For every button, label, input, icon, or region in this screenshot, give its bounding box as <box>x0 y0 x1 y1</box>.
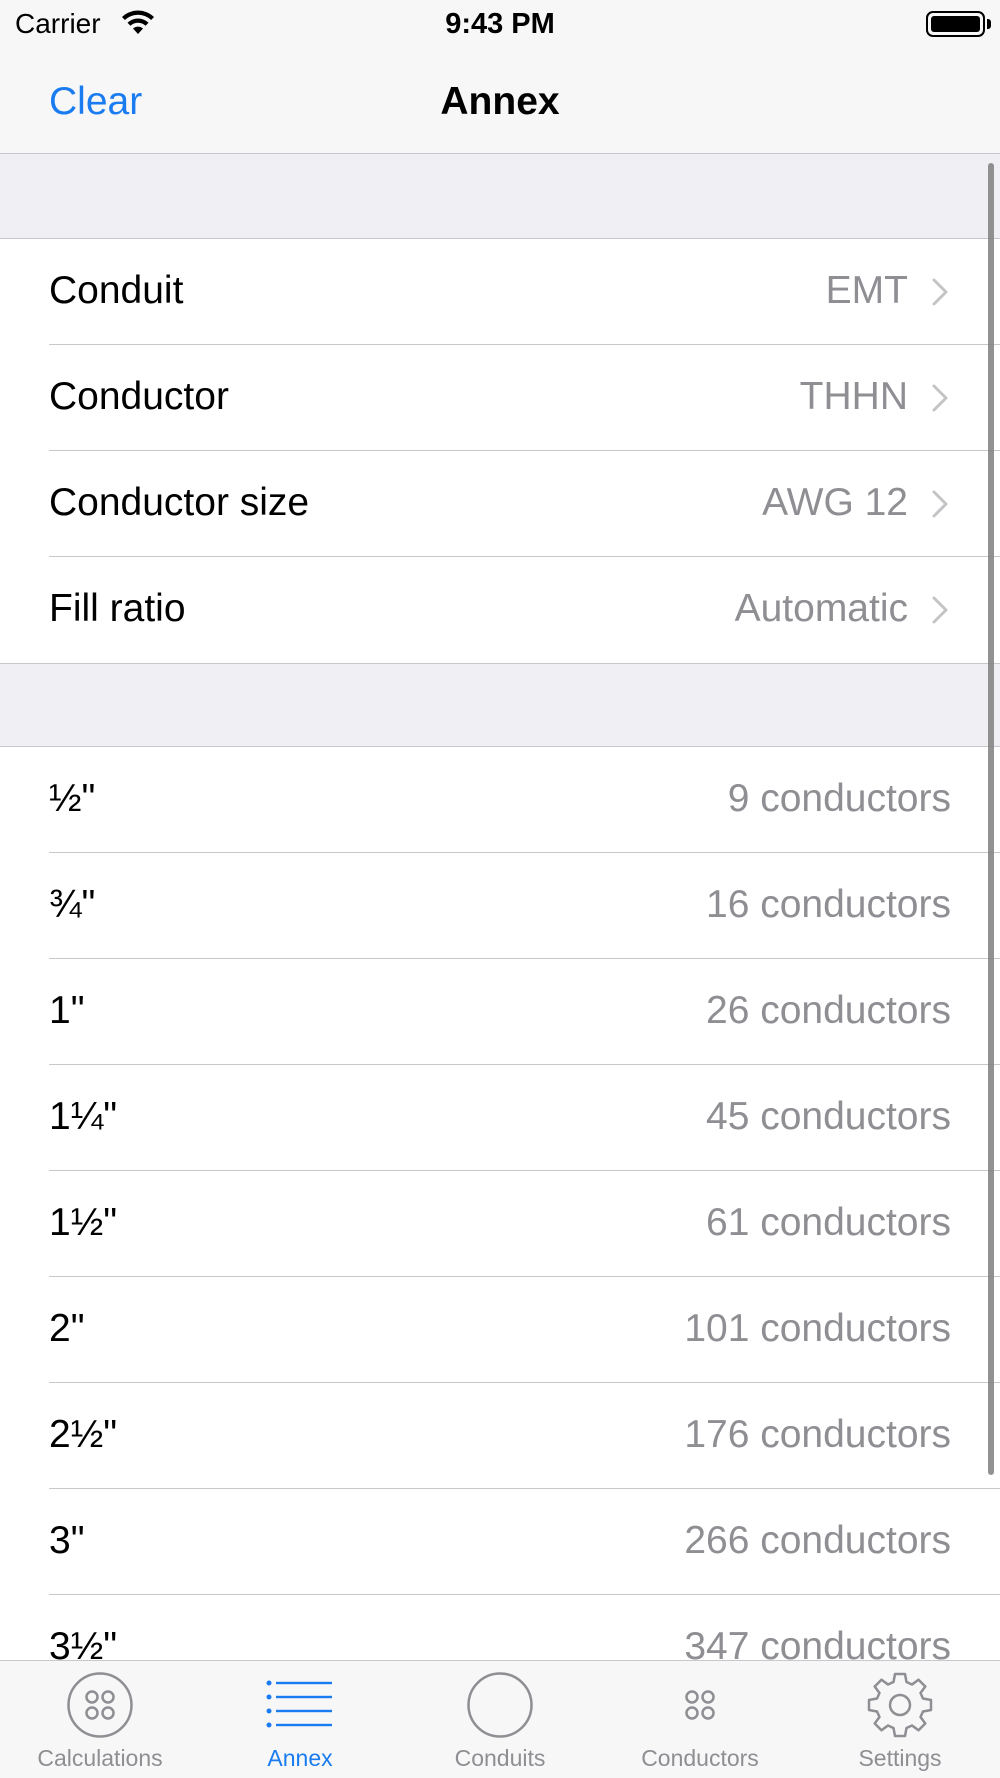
tab-conduits[interactable]: Conduits <box>400 1661 600 1778</box>
scroll-indicator[interactable] <box>988 163 994 1475</box>
result-row: 1¼" 45 conductors <box>0 1065 1000 1171</box>
status-bar: Carrier 9:43 PM <box>0 0 1000 50</box>
settings-group: Conduit EMT Conductor THHN Conductor siz… <box>0 239 1000 663</box>
tab-label: Annex <box>267 1745 333 1771</box>
result-row: 1" 26 conductors <box>0 959 1000 1065</box>
result-row: ¾" 16 conductors <box>0 853 1000 959</box>
tab-settings[interactable]: Settings <box>800 1661 1000 1778</box>
fill-ratio-row[interactable]: Fill ratio Automatic <box>0 557 1000 663</box>
result-row: 1½" 61 conductors <box>0 1171 1000 1277</box>
conductor-count: 16 conductors <box>706 883 951 926</box>
battery-tip <box>987 19 991 29</box>
result-row: ½" 9 conductors <box>0 747 1000 853</box>
chevron-right-icon <box>932 384 948 412</box>
row-value: THHN <box>799 375 908 418</box>
row-label: Conductor <box>49 375 229 418</box>
results-group: ½" 9 conductors ¾" 16 conductors 1" 26 c… <box>0 747 1000 1660</box>
table-view[interactable]: Conduit EMT Conductor THHN Conductor siz… <box>0 155 1000 1660</box>
result-row: 2½" 176 conductors <box>0 1383 1000 1489</box>
conduit-size-label: 1¼" <box>49 1095 118 1138</box>
tab-label: Settings <box>858 1745 942 1771</box>
conductor-count: 9 conductors <box>727 777 951 820</box>
result-row: 3" 266 conductors <box>0 1489 1000 1595</box>
list-icon <box>266 1680 332 1728</box>
tab-label: Calculations <box>37 1745 163 1771</box>
conduit-size-label: 3½" <box>49 1625 118 1660</box>
conductor-count: 61 conductors <box>706 1201 951 1244</box>
tab-conductors[interactable]: Conductors <box>600 1661 800 1778</box>
chevron-right-icon <box>932 596 948 624</box>
row-label: Fill ratio <box>49 587 186 630</box>
conduit-size-label: 3" <box>49 1519 85 1562</box>
tab-bar: Calculations Annex Conduits Conductors S… <box>0 1660 1000 1778</box>
navigation-bar: Clear Annex <box>0 50 1000 154</box>
status-time: 9:43 PM <box>445 8 555 40</box>
conduit-size-label: 2" <box>49 1307 85 1350</box>
circle-icon <box>467 1672 533 1738</box>
page-title: Annex <box>440 80 560 123</box>
result-row: 2" 101 conductors <box>0 1277 1000 1383</box>
conductor-count: 266 conductors <box>684 1519 951 1562</box>
conductors-icon <box>685 1690 715 1720</box>
row-value: AWG 12 <box>762 481 908 524</box>
row-value: EMT <box>825 269 908 312</box>
conduit-row[interactable]: Conduit EMT <box>0 239 1000 345</box>
chevron-right-icon <box>932 278 948 306</box>
tab-label: Conductors <box>641 1745 759 1771</box>
battery-icon <box>926 11 985 37</box>
section-header-spacer <box>0 663 1000 747</box>
conductor-count: 26 conductors <box>706 989 951 1032</box>
tab-annex[interactable]: Annex <box>200 1661 400 1778</box>
conduit-size-label: 2½" <box>49 1413 118 1456</box>
conduit-size-label: ½" <box>49 777 96 820</box>
conductor-count: 45 conductors <box>706 1095 951 1138</box>
conductor-count: 347 conductors <box>684 1625 951 1660</box>
tab-calculations[interactable]: Calculations <box>0 1661 200 1778</box>
gear-icon <box>867 1672 933 1738</box>
row-value: Automatic <box>734 587 908 630</box>
conductor-row[interactable]: Conductor THHN <box>0 345 1000 451</box>
tab-label: Conduits <box>454 1745 546 1771</box>
result-row: 3½" 347 conductors <box>0 1595 1000 1660</box>
row-label: Conduit <box>49 269 184 312</box>
conduit-size-label: 1½" <box>49 1201 118 1244</box>
conductor-count: 176 conductors <box>684 1413 951 1456</box>
chevron-right-icon <box>932 490 948 518</box>
calculations-icon <box>67 1672 133 1738</box>
screen: Carrier 9:43 PM Clear Annex Conduit EMT … <box>0 0 1000 1778</box>
conduit-size-label: ¾" <box>49 883 96 926</box>
conductor-count: 101 conductors <box>684 1307 951 1350</box>
section-header-spacer <box>0 155 1000 239</box>
conductor-size-row[interactable]: Conductor size AWG 12 <box>0 451 1000 557</box>
row-label: Conductor size <box>49 481 310 524</box>
conduit-size-label: 1" <box>49 989 85 1032</box>
